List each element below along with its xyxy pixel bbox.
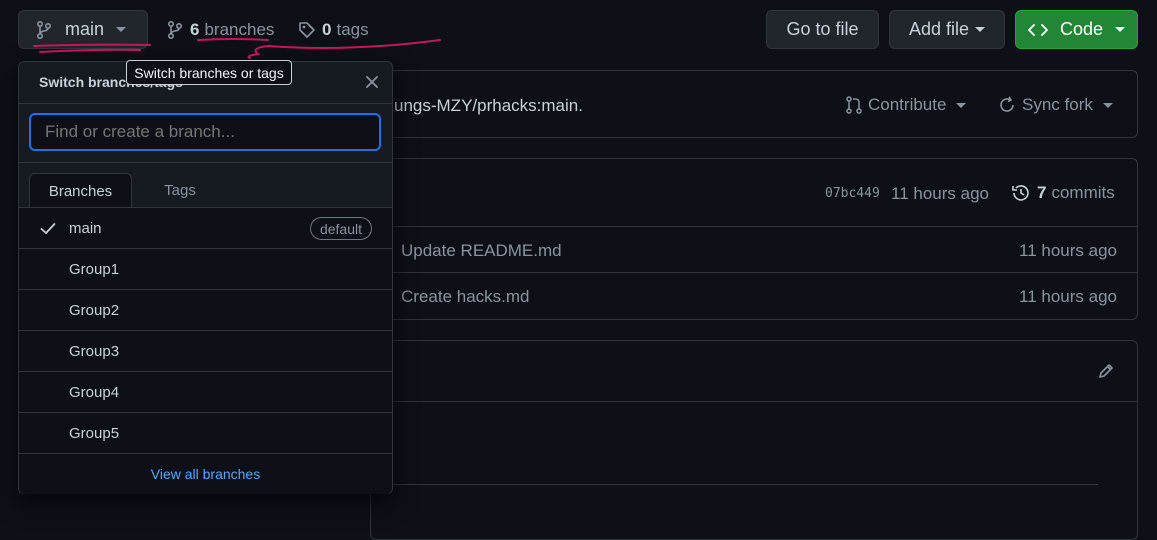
annotation-arrow <box>247 39 441 59</box>
annotation-scribbles <box>33 38 441 59</box>
annotation-underline-branches <box>197 38 269 41</box>
annotation-underline-main <box>33 43 151 53</box>
